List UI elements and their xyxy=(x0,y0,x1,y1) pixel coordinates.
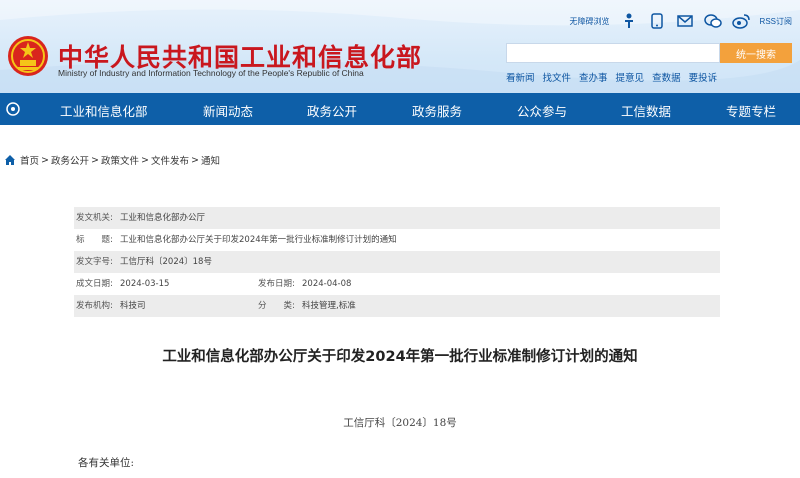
quick-link-news[interactable]: 看新闻 xyxy=(506,70,535,84)
mobile-icon[interactable] xyxy=(648,12,666,30)
search-button[interactable]: 统一搜索 xyxy=(720,43,792,63)
meta-label-date: 成文日期: xyxy=(76,279,113,289)
breadcrumb-open-affairs[interactable]: 政务公开 xyxy=(51,153,89,167)
nav-item-services[interactable]: 政务服务 xyxy=(412,101,462,120)
breadcrumb-home[interactable]: 首页 xyxy=(20,153,39,167)
meta-value-publish: 2024-04-08 xyxy=(302,279,352,289)
meta-label-category: 分 类: xyxy=(258,301,295,311)
nav-item-news[interactable]: 新闻动态 xyxy=(203,101,253,120)
breadcrumb-separator: > xyxy=(190,154,199,166)
site-header: 中华人民共和国工业和信息化部 Ministry of Industry and … xyxy=(0,0,800,98)
wechat-icon[interactable] xyxy=(703,12,722,30)
quick-link-files[interactable]: 找文件 xyxy=(543,70,572,84)
quick-link-data[interactable]: 查数据 xyxy=(652,70,681,84)
quick-links: 看新闻 找文件 查办事 提意见 查数据 要投诉 xyxy=(506,70,717,84)
elder-mode-icon[interactable] xyxy=(620,12,638,30)
meta-label-org: 发布机构: xyxy=(76,301,113,311)
nav-item-ministry[interactable]: 工业和信息化部 xyxy=(60,101,148,120)
weibo-icon[interactable] xyxy=(731,12,750,30)
quick-link-complaint[interactable]: 要投诉 xyxy=(689,70,718,84)
meta-value-issuer: 工业和信息化部办公厅 xyxy=(120,213,206,223)
home-icon xyxy=(5,155,15,165)
nav-home-icon[interactable] xyxy=(0,93,26,125)
meta-row-dates: 成文日期: 2024-03-15 发布日期: 2024-04-08 xyxy=(74,273,720,295)
meta-row-org: 发布机构: 科技司 分 类: 科技管理,标准 xyxy=(74,295,720,317)
breadcrumb-file-release[interactable]: 文件发布 xyxy=(151,153,189,167)
article-title: 工业和信息化部办公厅关于印发2024年第一批行业标准制修订计划的通知 xyxy=(162,349,638,365)
meta-row-issuer: 发文机关: 工业和信息化部办公厅 xyxy=(74,207,720,229)
breadcrumb-separator: > xyxy=(91,154,99,166)
breadcrumb-separator: > xyxy=(140,154,149,166)
search-input[interactable] xyxy=(506,43,720,63)
meta-row-doc-no: 发文字号: 工信厅科〔2024〕18号 xyxy=(74,251,720,273)
main-nav: 工业和信息化部 新闻动态 政务公开 政务服务 公众参与 工信数据 专题专栏 xyxy=(0,93,800,125)
meta-value-title: 工业和信息化部办公厅关于印发2024年第一批行业标准制修订计划的通知 xyxy=(120,235,397,245)
national-emblem-logo[interactable] xyxy=(6,34,50,78)
breadcrumb-policy-files[interactable]: 政策文件 xyxy=(101,153,139,167)
nav-item-topics[interactable]: 专题专栏 xyxy=(726,101,776,120)
meta-row-title: 标 题: 工业和信息化部办公厅关于印发2024年第一批行业标准制修订计划的通知 xyxy=(74,229,720,251)
article-salutation: 各有关单位: xyxy=(78,457,135,469)
meta-label-issuer: 发文机关: xyxy=(76,213,113,223)
site-subtitle: Ministry of Industry and Information Tec… xyxy=(58,68,364,78)
nav-item-data[interactable]: 工信数据 xyxy=(621,101,671,120)
breadcrumb-separator: > xyxy=(41,154,49,166)
top-utility-links: 无障碍浏览 RSS订阅 xyxy=(570,10,792,32)
document-meta-table: 发文机关: 工业和信息化部办公厅 标 题: 工业和信息化部办公厅关于印发2024… xyxy=(74,207,720,317)
breadcrumb-notice[interactable]: 通知 xyxy=(201,153,220,167)
nav-item-open-affairs[interactable]: 政务公开 xyxy=(307,101,357,120)
article-doc-number: 工信厅科〔2024〕18号 xyxy=(343,417,457,429)
nav-item-participation[interactable]: 公众参与 xyxy=(517,101,567,120)
meta-value-org: 科技司 xyxy=(120,301,146,311)
mail-icon[interactable] xyxy=(676,12,694,30)
rss-link[interactable]: RSS订阅 xyxy=(760,16,792,27)
breadcrumb: 首页 > 政务公开 > 政策文件 > 文件发布 > 通知 xyxy=(4,153,220,167)
meta-value-date: 2024-03-15 xyxy=(120,279,170,289)
meta-label-doc-no: 发文字号: xyxy=(76,257,113,267)
quick-link-feedback[interactable]: 提意见 xyxy=(616,70,645,84)
meta-label-publish: 发布日期: xyxy=(258,279,295,289)
meta-value-doc-no: 工信厅科〔2024〕18号 xyxy=(120,257,212,267)
accessibility-link[interactable]: 无障碍浏览 xyxy=(570,16,610,27)
meta-label-title: 标 题: xyxy=(76,235,113,245)
meta-value-category: 科技管理,标准 xyxy=(302,301,356,311)
quick-link-services[interactable]: 查办事 xyxy=(579,70,608,84)
